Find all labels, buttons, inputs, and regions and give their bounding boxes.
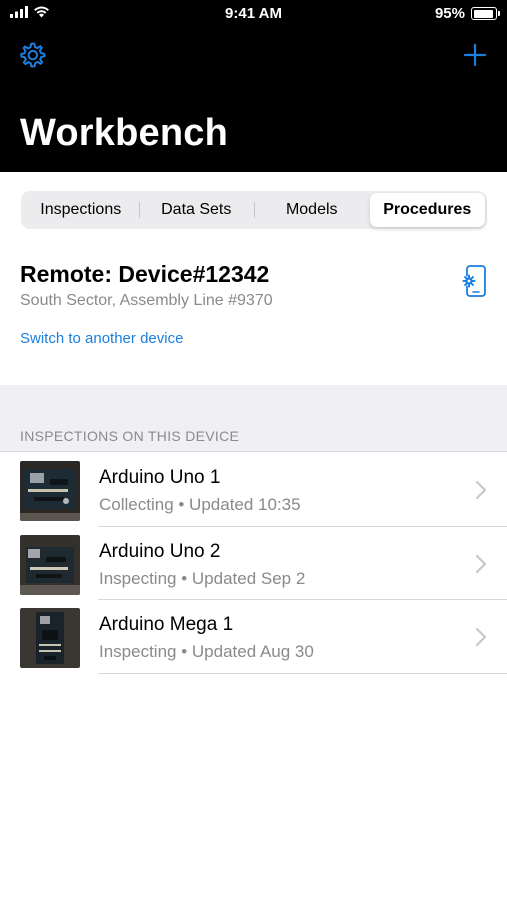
section-header: INSPECTIONS ON THIS DEVICE bbox=[20, 428, 240, 444]
list-item[interactable]: Arduino Uno 2 Inspecting • Updated Sep 2 bbox=[0, 527, 507, 600]
device-subtitle: South Sector, Assembly Line #9370 bbox=[20, 292, 273, 309]
item-title: Arduino Uno 1 bbox=[99, 467, 221, 488]
circuit-board-thumbnail bbox=[20, 608, 80, 668]
list-item[interactable]: Arduino Uno 1 Collecting • Updated 10:35 bbox=[0, 453, 507, 527]
thumbnail-image bbox=[20, 534, 80, 595]
add-button[interactable] bbox=[458, 38, 492, 72]
device-settings-button[interactable] bbox=[460, 264, 488, 300]
thumbnail-image bbox=[20, 608, 80, 668]
tab-models[interactable]: Models bbox=[254, 193, 370, 227]
switch-device-link[interactable]: Switch to another device bbox=[20, 330, 183, 347]
item-title: Arduino Uno 2 bbox=[99, 540, 221, 562]
page-title: Workbench bbox=[20, 112, 229, 154]
chevron-right-icon bbox=[475, 480, 487, 500]
device-settings-icon bbox=[462, 265, 486, 297]
circuit-board-thumbnail bbox=[20, 534, 80, 595]
row-divider bbox=[98, 672, 507, 674]
item-subtitle: Collecting • Updated 10:35 bbox=[99, 495, 301, 514]
plus-icon bbox=[463, 43, 487, 67]
list-item[interactable]: Arduino Mega 1 Inspecting • Updated Aug … bbox=[0, 600, 507, 674]
status-time: 9:41 AM bbox=[225, 5, 282, 22]
battery-level bbox=[473, 9, 494, 18]
circuit-board-thumbnail bbox=[20, 461, 80, 521]
tab-procedures[interactable]: Procedures bbox=[369, 193, 485, 227]
inspection-list: Arduino Uno 1 Collecting • Updated 10:35… bbox=[0, 453, 507, 674]
tab-inspections[interactable]: Inspections bbox=[23, 193, 139, 227]
status-right: 95% bbox=[434, 5, 500, 22]
status-bar: 9:41 AM 95% bbox=[0, 0, 507, 28]
item-subtitle: Inspecting • Updated Aug 30 bbox=[99, 642, 314, 661]
tab-data-sets[interactable]: Data Sets bbox=[138, 193, 255, 227]
item-title: Arduino Mega 1 bbox=[99, 614, 234, 635]
header: 9:41 AM 95% Workbench bbox=[0, 0, 507, 172]
battery-icon bbox=[471, 7, 500, 20]
chevron-right-icon bbox=[475, 627, 487, 647]
battery-percent: 95% bbox=[434, 5, 465, 22]
gear-icon bbox=[20, 42, 46, 68]
chevron-right-icon bbox=[475, 554, 487, 573]
item-subtitle: Inspecting • Updated Sep 2 bbox=[99, 568, 306, 588]
settings-button[interactable] bbox=[15, 38, 49, 72]
tab-bar: Inspections Data Sets Models Procedures bbox=[21, 191, 487, 229]
device-title: Remote: Device#12342 bbox=[20, 261, 270, 287]
thumbnail-image bbox=[20, 461, 80, 521]
